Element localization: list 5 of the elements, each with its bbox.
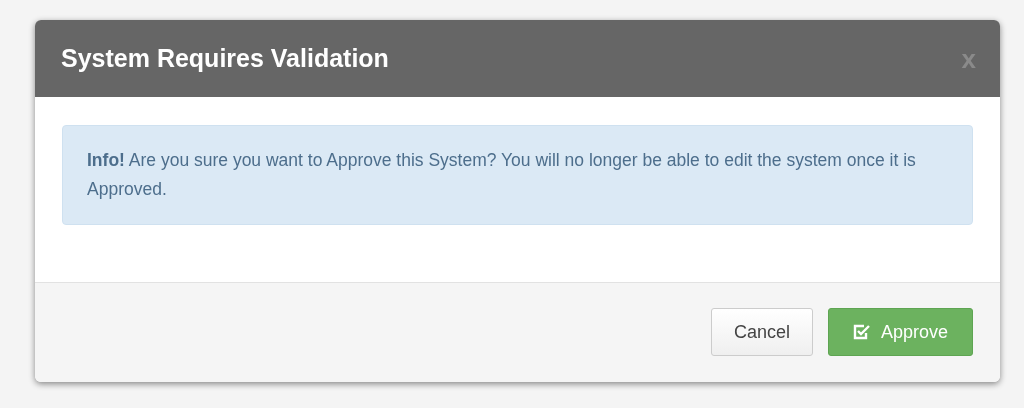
approve-button[interactable]: Approve <box>827 308 973 356</box>
checkbox-icon <box>852 324 871 340</box>
dialog-title: System Requires Validation <box>61 44 389 73</box>
cancel-button[interactable]: Cancel <box>710 308 813 356</box>
alert-message: Info! Are you sure you want to Approve this System? You will no longer be able to edit the system once it is Approved. <box>87 149 917 201</box>
